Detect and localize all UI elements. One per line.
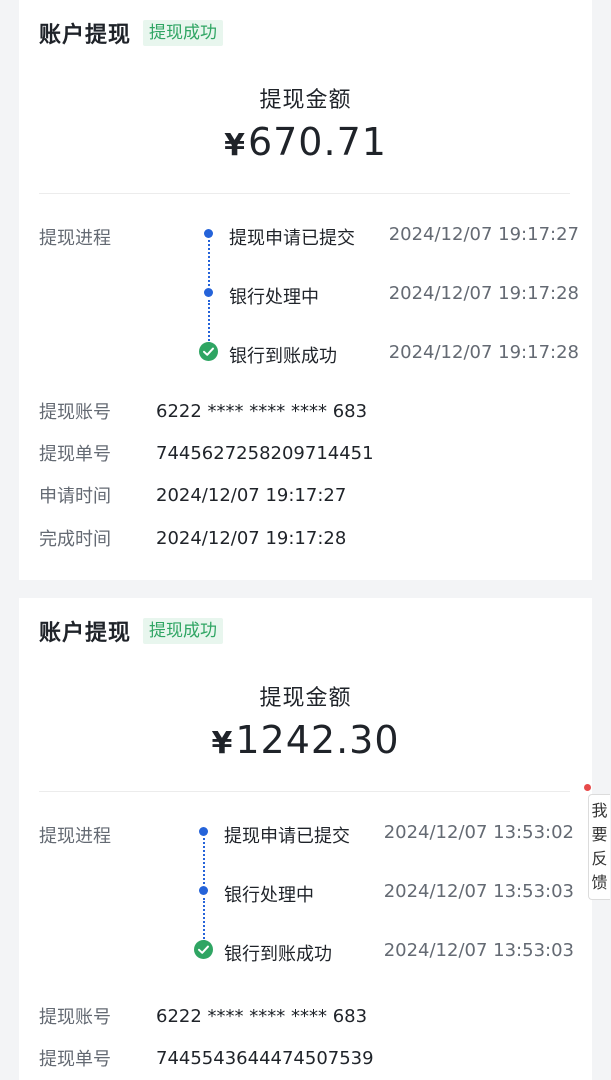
- info-label: 完成时间: [39, 529, 111, 550]
- info-value: 2024/12/07 19:17:27: [156, 484, 347, 506]
- step-time: 2024/12/07 13:53:03: [383, 940, 574, 961]
- info-label: 提现账号: [39, 402, 111, 423]
- blue-dot-icon: [199, 827, 208, 836]
- amount-value: ¥670.71: [19, 120, 592, 164]
- info-value: 7445627258209714451: [156, 442, 374, 464]
- amount-label: 提现金额: [259, 686, 352, 711]
- progress-label: 提现进程: [39, 826, 111, 847]
- progress-timeline: 提现申请已提交 2024/12/07 13:53:02 银行处理中 2024/1…: [194, 816, 574, 966]
- step-marker: [199, 279, 219, 309]
- timeline-step: 银行处理中 2024/12/07 19:17:28: [199, 279, 579, 309]
- status-badge: 提现成功: [143, 20, 224, 46]
- blue-dot-icon: [204, 229, 213, 238]
- amount-number: 1242.30: [235, 718, 400, 762]
- step-time: 2024/12/07 13:53:02: [383, 822, 574, 843]
- divider: [39, 193, 570, 194]
- step-name: 提现申请已提交: [224, 826, 350, 847]
- info-row-apply-time: 申请时间 2024/12/07 19:17:27: [39, 482, 346, 508]
- step-time: 2024/12/07 13:53:03: [383, 881, 574, 902]
- step-marker: [199, 338, 219, 368]
- info-row-account: 提现账号 6222 **** **** **** 683: [39, 398, 367, 424]
- info-label: 提现账号: [39, 1007, 111, 1028]
- timeline-step: 银行处理中 2024/12/07 13:53:03: [194, 877, 574, 907]
- info-label: 提现单号: [39, 1049, 111, 1070]
- info-row-order-number: 提现单号 7445627258209714451: [39, 440, 374, 466]
- timeline-step: 提现申请已提交 2024/12/07 19:17:27: [199, 220, 579, 250]
- blue-dot-icon: [199, 886, 208, 895]
- info-value: 2024/12/07 19:17:28: [156, 527, 347, 549]
- card-header: 账户提现 提现成功: [39, 18, 224, 48]
- card-title: 账户提现: [39, 621, 132, 646]
- status-badge: 提现成功: [143, 618, 224, 644]
- check-circle-icon: [194, 940, 213, 959]
- info-row-complete-time: 完成时间 2024/12/07 19:17:28: [39, 525, 346, 551]
- amount-label: 提现金额: [259, 88, 352, 113]
- feedback-button[interactable]: 我要反馈: [588, 794, 610, 900]
- step-name: 提现申请已提交: [229, 228, 355, 249]
- blue-dot-icon: [204, 288, 213, 297]
- check-circle-icon: [199, 342, 218, 361]
- step-time: 2024/12/07 19:17:28: [388, 283, 579, 304]
- step-name: 银行处理中: [229, 287, 319, 308]
- step-name: 银行到账成功: [229, 346, 337, 367]
- withdrawal-card: 账户提现 提现成功 提现金额 ¥1242.30 提现进程 提现申请已提交 202…: [19, 598, 592, 1080]
- divider: [39, 791, 570, 792]
- step-marker: [194, 818, 214, 848]
- amount-number: 670.71: [247, 120, 387, 164]
- info-row-order-number: 提现单号 7445543644474507539: [39, 1045, 374, 1071]
- timeline-step: 提现申请已提交 2024/12/07 13:53:02: [194, 818, 574, 848]
- timeline-step: 银行到账成功 2024/12/07 19:17:28: [199, 338, 579, 368]
- info-value: 6222 **** **** **** 683: [156, 1005, 368, 1027]
- info-label: 提现单号: [39, 444, 111, 465]
- amount-value: ¥1242.30: [19, 718, 592, 762]
- progress-label: 提现进程: [39, 228, 111, 249]
- step-name: 银行处理中: [224, 885, 314, 906]
- step-marker: [194, 936, 214, 966]
- timeline-step: 银行到账成功 2024/12/07 13:53:03: [194, 936, 574, 966]
- step-marker: [199, 220, 219, 250]
- withdrawal-card: 账户提现 提现成功 提现金额 ¥670.71 提现进程 提现申请已提交 2024…: [19, 0, 592, 580]
- info-value: 6222 **** **** **** 683: [156, 400, 368, 422]
- step-time: 2024/12/07 19:17:28: [388, 342, 579, 363]
- currency-symbol: ¥: [211, 726, 234, 761]
- currency-symbol: ¥: [224, 128, 246, 163]
- step-marker: [194, 877, 214, 907]
- card-title: 账户提现: [39, 23, 132, 48]
- info-label: 申请时间: [39, 486, 111, 507]
- info-row-account: 提现账号 6222 **** **** **** 683: [39, 1003, 367, 1029]
- step-name: 银行到账成功: [224, 944, 332, 965]
- info-value: 7445543644474507539: [156, 1047, 374, 1069]
- card-header: 账户提现 提现成功: [39, 616, 224, 646]
- progress-timeline: 提现申请已提交 2024/12/07 19:17:27 银行处理中 2024/1…: [199, 218, 579, 368]
- notification-dot: [584, 784, 591, 791]
- step-time: 2024/12/07 19:17:27: [388, 224, 579, 245]
